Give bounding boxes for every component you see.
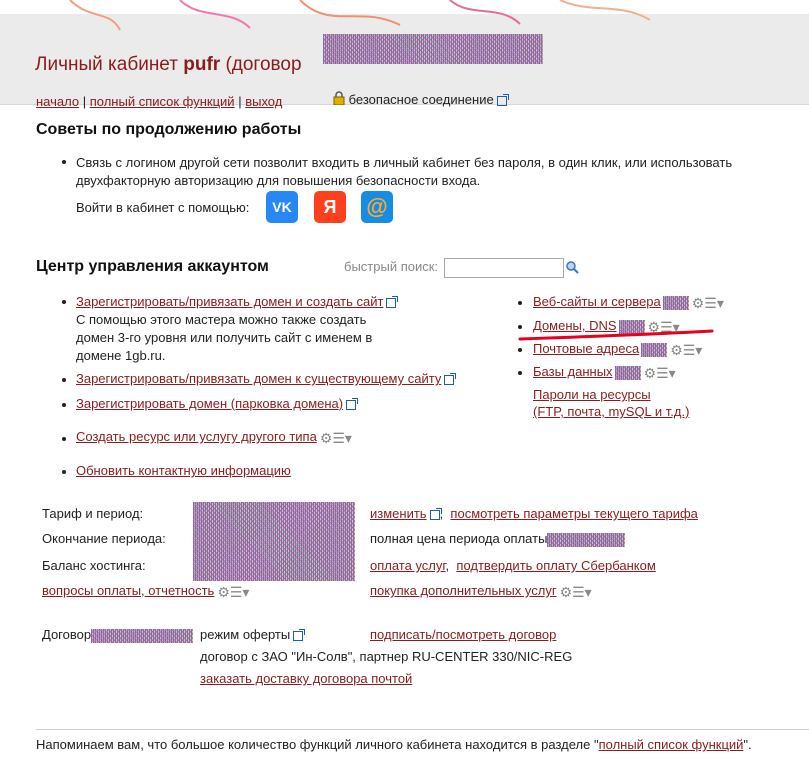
- vk-login-button[interactable]: VK: [266, 191, 298, 223]
- confirm-sberbank-link[interactable]: подтвердить оплату Сбербанком: [456, 558, 655, 573]
- register-domain-existing-site-link[interactable]: Зарегистрировать/привязать домен к сущес…: [76, 371, 441, 386]
- external-link-icon[interactable]: [429, 507, 442, 520]
- list-item: (FTP, почта, mySQL и т.д.): [533, 404, 689, 419]
- external-link-icon[interactable]: [293, 628, 306, 641]
- footer-divider: [36, 729, 809, 730]
- tariff-actions: изменить, посмотреть параметры текущего …: [370, 506, 698, 521]
- balance-label: Баланс хостинга:: [42, 558, 146, 573]
- list-item: Обновить контактную информацию: [76, 463, 291, 478]
- payment-actions: оплата услуг, подтвердить оплату Сбербан…: [370, 558, 656, 573]
- redacted-contract: [91, 628, 194, 643]
- tips-heading: Советы по продолжению работы: [36, 121, 302, 138]
- gear-menu-icon[interactable]: ⚙☰▾: [217, 585, 249, 599]
- pay-services-link[interactable]: оплата услуг: [370, 558, 446, 573]
- list-item: Базы данных ⚙☰▾: [533, 364, 676, 380]
- gear-menu-icon[interactable]: ⚙☰▾: [320, 431, 352, 445]
- vk-icon: VK: [272, 199, 292, 215]
- park-domain-link[interactable]: Зарегистрировать домен (парковка домена): [76, 396, 343, 411]
- mailru-icon: @: [366, 194, 388, 219]
- login-name: pufr: [183, 54, 221, 75]
- list-bullet: [518, 348, 522, 352]
- nav-exit-link[interactable]: выход: [245, 94, 282, 109]
- footer-note: Напоминаем вам, что большое количество ф…: [36, 737, 752, 752]
- login-with-label: Войти в кабинет с помощью:: [76, 200, 250, 215]
- redacted-count: [614, 365, 641, 380]
- list-bullet: [62, 300, 66, 304]
- redacted-count: [641, 342, 668, 357]
- footer-full-list-link[interactable]: полный список функций: [599, 737, 744, 752]
- secure-connection: безопасное соединение: [333, 91, 509, 107]
- update-contacts-link[interactable]: Обновить контактную информацию: [76, 463, 291, 478]
- change-tariff-link[interactable]: изменить: [370, 506, 427, 521]
- redacted-count: [662, 295, 689, 310]
- nav-full-list-link[interactable]: полный список функций: [90, 94, 235, 109]
- red-underline-annotation: [518, 329, 714, 341]
- wizard-description: С помощью этого мастера можно также созд…: [76, 312, 373, 363]
- resource-passwords-link[interactable]: Пароли на ресурсы: [533, 387, 651, 402]
- list-bullet: [62, 378, 66, 382]
- external-link-icon[interactable]: [386, 295, 399, 308]
- list-item: Зарегистрировать/привязать домен и созда…: [76, 294, 399, 309]
- list-item: Веб-сайты и сервера ⚙☰▾: [533, 294, 724, 310]
- page-title: Личный кабинет pufr (договор: [35, 54, 302, 75]
- lock-icon: [333, 91, 345, 106]
- create-resource-link[interactable]: Создать ресурс или услугу другого типа: [76, 429, 317, 444]
- payment-questions-link[interactable]: вопросы оплаты, отчетность: [42, 583, 214, 598]
- gear-menu-icon[interactable]: ⚙☰▾: [670, 343, 702, 357]
- contract-delivery-item: заказать доставку договора почтой: [200, 671, 412, 686]
- sign-contract-item: подписать/посмотреть договор: [370, 627, 556, 642]
- tips-text: Связь с логином другой сети позволит вхо…: [76, 155, 733, 188]
- list-bullet: [518, 301, 522, 305]
- list-bullet: [62, 437, 66, 441]
- external-link-icon[interactable]: [444, 372, 457, 385]
- decorative-squiggle-icon: [69, 0, 651, 31]
- contract-label-item: Договор: [42, 627, 194, 643]
- list-item: Зарегистрировать домен (парковка домена): [76, 396, 359, 411]
- gear-menu-icon[interactable]: ⚙☰▾: [644, 366, 676, 380]
- nav-start-link[interactable]: начало: [36, 94, 79, 109]
- list-item: Создать ресурс или услугу другого типа ⚙☰…: [76, 429, 352, 445]
- tariff-params-link[interactable]: посмотреть параметры текущего тарифа: [450, 506, 697, 521]
- account-heading: Центр управления аккаунтом: [36, 258, 269, 275]
- search-icon[interactable]: [565, 260, 579, 274]
- list-bullet: [62, 470, 66, 474]
- offer-mode: режим оферты: [200, 627, 306, 642]
- top-nav: начало | полный список функций | выход: [36, 94, 283, 109]
- extra-services-item: покупка дополнительных услуг ⚙☰▾: [370, 583, 592, 599]
- gear-menu-icon[interactable]: ⚙☰▾: [692, 296, 724, 310]
- quick-search-label: быстрый поиск:: [344, 259, 439, 274]
- tariff-label: Тариф и период:: [42, 506, 144, 521]
- mailru-login-button[interactable]: @: [361, 191, 393, 223]
- external-link-icon[interactable]: [346, 397, 359, 410]
- quick-search-input[interactable]: [444, 258, 564, 278]
- list-item: Почтовые адреса ⚙☰▾: [533, 341, 702, 357]
- databases-link[interactable]: Базы данных: [533, 364, 613, 379]
- contract-delivery-link[interactable]: заказать доставку договора почтой: [200, 671, 412, 686]
- sign-contract-link[interactable]: подписать/посмотреть договор: [370, 627, 556, 642]
- list-bullet: [62, 403, 66, 407]
- external-link-icon[interactable]: [496, 93, 509, 106]
- mail-addresses-link[interactable]: Почтовые адреса: [533, 341, 639, 356]
- yandex-icon: Я: [323, 196, 337, 217]
- list-item: Пароли на ресурсы: [533, 387, 651, 402]
- redacted-tariff-values: [193, 502, 355, 581]
- gear-menu-icon[interactable]: ⚙☰▾: [560, 585, 592, 599]
- list-bullet: [518, 371, 522, 375]
- tips-bullet: [62, 160, 66, 164]
- list-item: Зарегистрировать/привязать домен к сущес…: [76, 371, 457, 386]
- register-domain-create-site-link[interactable]: Зарегистрировать/привязать домен и созда…: [76, 294, 383, 309]
- period-end-label: Окончание периода:: [42, 531, 166, 546]
- contract-with: договор с ЗАО "Ин-Солв", партнер RU-CENT…: [200, 649, 573, 664]
- resource-passwords-sub-link[interactable]: (FTP, почта, mySQL и т.д.): [533, 404, 689, 419]
- yandex-login-button[interactable]: Я: [314, 191, 346, 223]
- full-price-item: полная цена периода оплаты: [370, 531, 626, 547]
- redacted-price: [547, 532, 626, 547]
- websites-servers-link[interactable]: Веб-сайты и сервера: [533, 294, 661, 309]
- extra-services-link[interactable]: покупка дополнительных услуг: [370, 583, 557, 598]
- payment-questions-item: вопросы оплаты, отчетность ⚙☰▾: [42, 583, 249, 599]
